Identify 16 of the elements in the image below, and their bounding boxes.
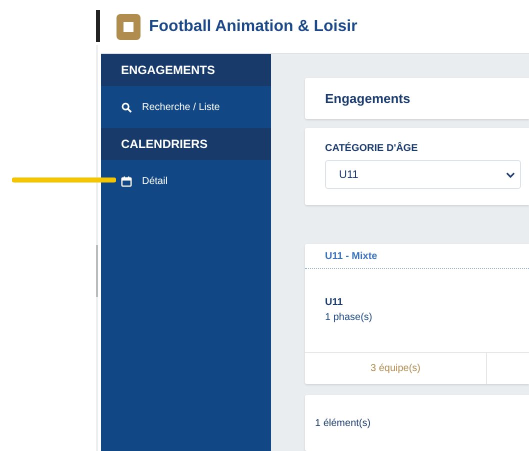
sidebar-section-header: ENGAGEMENTS — [101, 54, 271, 86]
calendar-icon — [121, 176, 132, 186]
competition-name: U11 — [325, 297, 344, 308]
filter-label: CATÉGORIE D'ÂGE — [325, 143, 419, 154]
result-count: 1 élément(s) — [315, 418, 371, 429]
logo-icon — [116, 14, 141, 40]
page-title: Engagements — [325, 91, 410, 106]
age-category-select[interactable]: U11 — [325, 160, 521, 190]
app-title: Football Animation & Loisir — [149, 18, 358, 36]
phase-count: 1 phase(s) — [325, 312, 374, 324]
competition-title: U11 - Mixte — [325, 250, 378, 262]
search-icon — [121, 102, 132, 112]
sidebar-section-header: CALENDRIERS — [101, 128, 271, 160]
sidebar-item[interactable]: Détail — [101, 172, 188, 190]
chevron-down-icon — [506, 172, 515, 178]
sidebar-item[interactable]: Recherche / Liste — [101, 98, 240, 116]
